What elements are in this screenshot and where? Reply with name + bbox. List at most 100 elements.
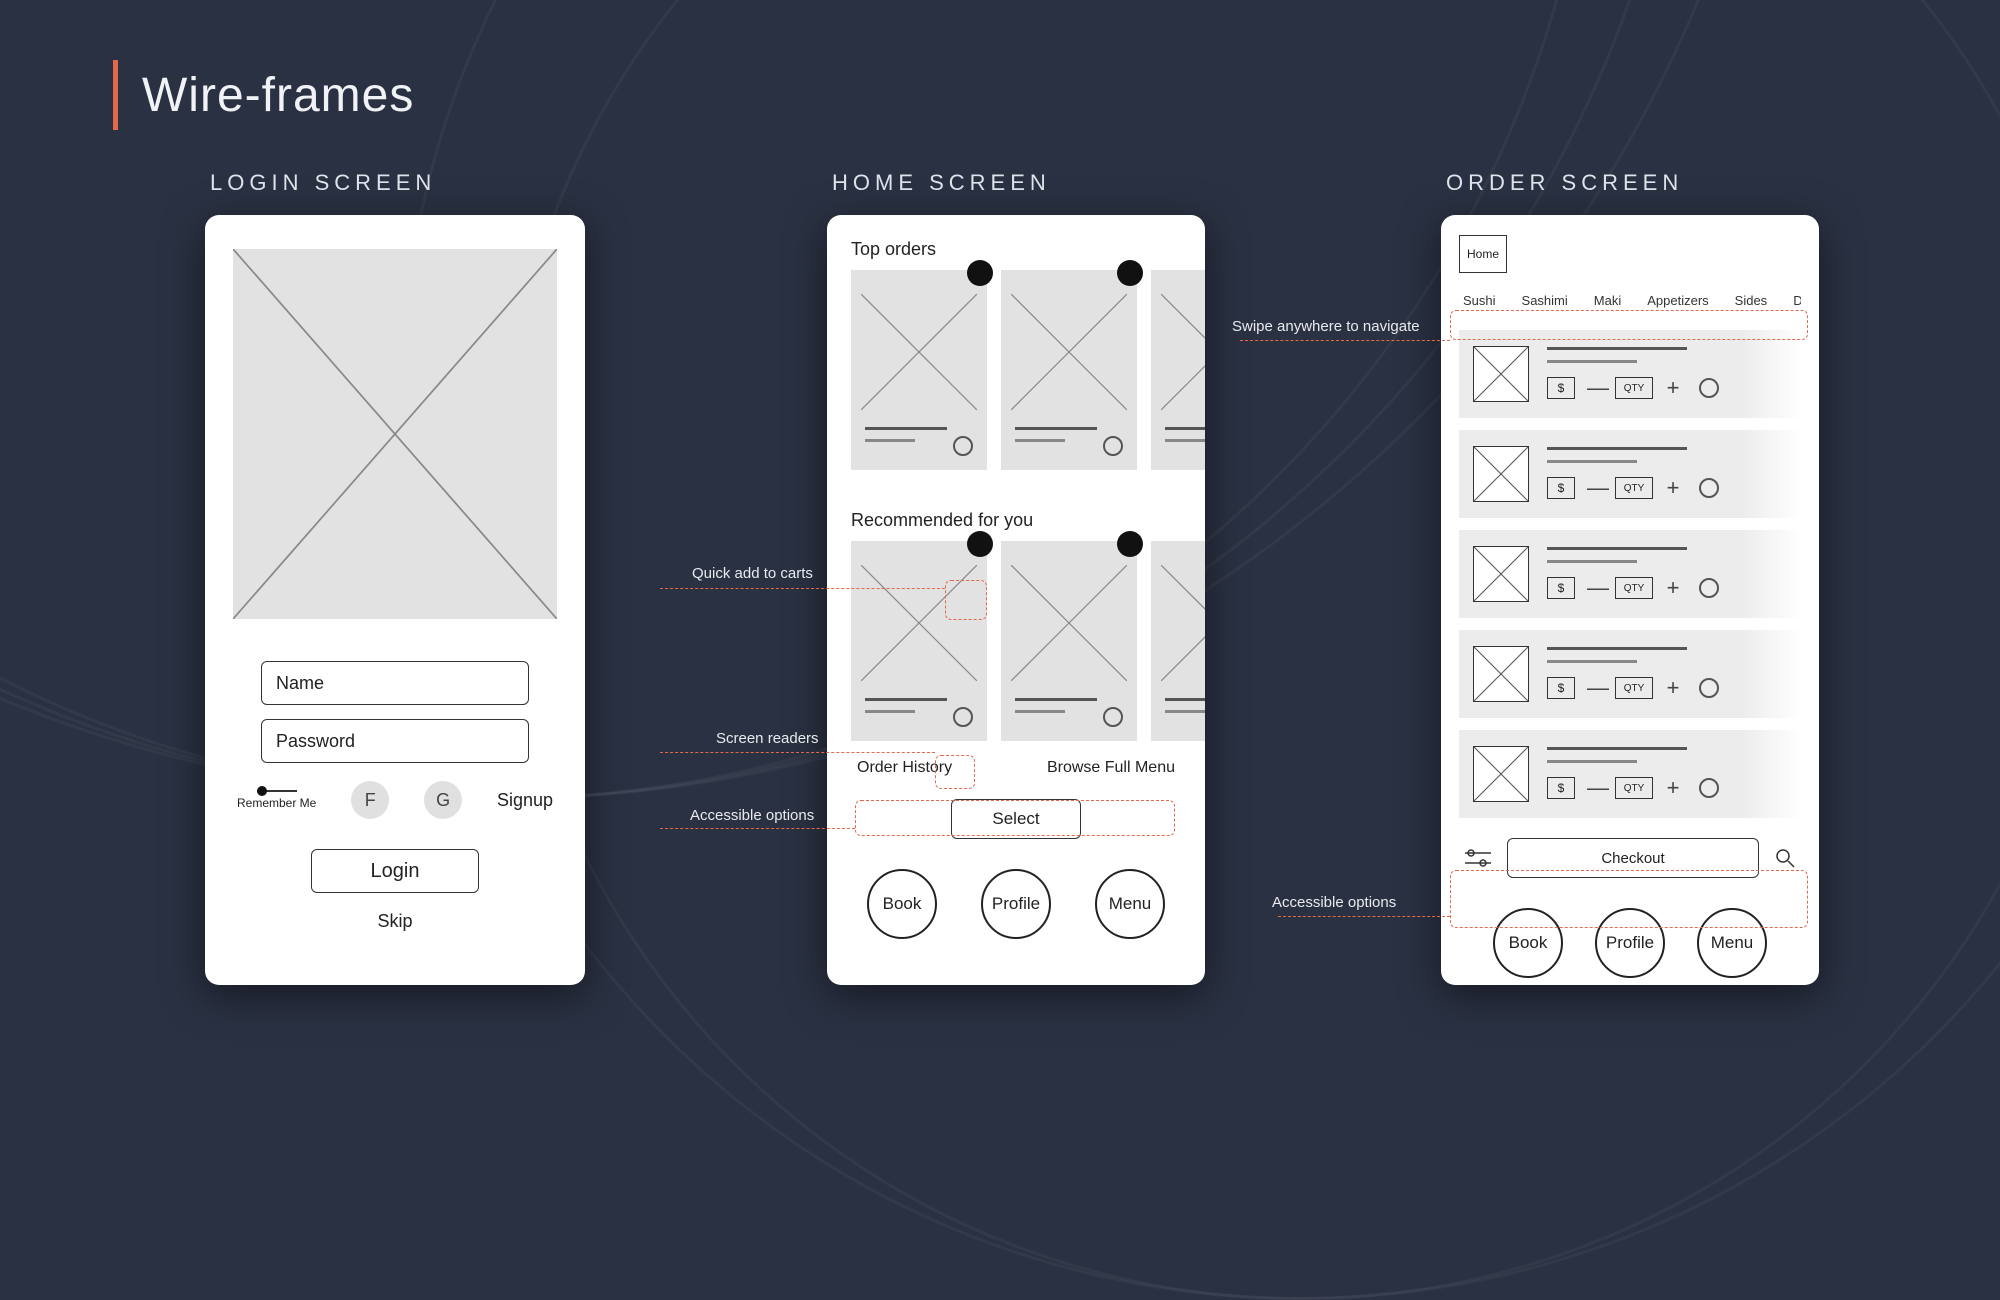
qty-chip[interactable]: QTY xyxy=(1615,477,1653,499)
home-chip-button[interactable]: Home xyxy=(1459,235,1507,273)
card-reader-indicator xyxy=(1103,707,1123,727)
order-screen-label: ORDER SCREEN xyxy=(1446,170,1683,196)
increment-button[interactable]: + xyxy=(1665,475,1681,501)
annotation-connector xyxy=(660,828,855,829)
nav-profile-button[interactable]: Profile xyxy=(981,869,1051,939)
top-orders-row[interactable] xyxy=(827,270,1205,470)
price-chip: $ xyxy=(1547,577,1575,599)
item-image-placeholder xyxy=(1473,546,1529,602)
annotation-screen-readers: Screen readers xyxy=(716,730,819,747)
row-indicator-icon xyxy=(1699,478,1719,498)
annotation-connector xyxy=(1278,916,1450,917)
filters-icon[interactable] xyxy=(1465,848,1491,868)
row-indicator-icon xyxy=(1699,378,1719,398)
annotation-marker xyxy=(855,800,1175,836)
increment-button[interactable]: + xyxy=(1665,675,1681,701)
name-placeholder: Name xyxy=(276,673,324,694)
annotation-marker xyxy=(945,580,987,620)
page-header: Wire-frames xyxy=(113,60,414,130)
accent-bar xyxy=(113,60,118,130)
annotation-marker xyxy=(1450,310,1808,340)
password-input[interactable]: Password xyxy=(261,719,529,763)
annotation-connector xyxy=(660,752,935,753)
decrement-button[interactable]: — xyxy=(1587,675,1603,701)
bottom-nav: Book Profile Menu xyxy=(827,853,1205,955)
card-reader-indicator xyxy=(953,707,973,727)
item-image-placeholder xyxy=(1473,646,1529,702)
order-card[interactable] xyxy=(1151,541,1205,741)
menu-item-row[interactable]: $ — QTY + xyxy=(1459,730,1801,818)
recommended-heading: Recommended for you xyxy=(827,510,1205,541)
page-title: Wire-frames xyxy=(142,68,414,123)
row-indicator-icon xyxy=(1699,678,1719,698)
card-reader-indicator xyxy=(1103,436,1123,456)
login-screen-label: LOGIN SCREEN xyxy=(210,170,436,196)
menu-item-row[interactable]: $ — QTY + xyxy=(1459,530,1801,618)
search-icon[interactable] xyxy=(1775,848,1795,868)
top-orders-heading: Top orders xyxy=(827,239,1205,270)
annotation-marker xyxy=(935,755,975,789)
category-tab[interactable]: Appetizers xyxy=(1647,293,1708,308)
nav-menu-button[interactable]: Menu xyxy=(1095,869,1165,939)
annotation-accessible-home: Accessible options xyxy=(690,807,814,824)
menu-item-row[interactable]: $ — QTY + xyxy=(1459,430,1801,518)
annotation-marker xyxy=(1450,870,1808,928)
price-chip: $ xyxy=(1547,477,1575,499)
signup-link[interactable]: Signup xyxy=(497,790,553,811)
category-tab[interactable]: Desse xyxy=(1793,293,1801,308)
category-tab[interactable]: Sashimi xyxy=(1522,293,1568,308)
quick-add-icon[interactable] xyxy=(1117,531,1143,557)
increment-button[interactable]: + xyxy=(1665,375,1681,401)
category-tab[interactable]: Sides xyxy=(1735,293,1768,308)
row-indicator-icon xyxy=(1699,578,1719,598)
row-indicator-icon xyxy=(1699,778,1719,798)
category-tab[interactable]: Maki xyxy=(1594,293,1621,308)
quick-add-icon[interactable] xyxy=(967,260,993,286)
price-chip: $ xyxy=(1547,777,1575,799)
remember-me-toggle[interactable]: Remember Me xyxy=(237,790,316,810)
menu-item-row[interactable]: $ — QTY + xyxy=(1459,330,1801,418)
decrement-button[interactable]: — xyxy=(1587,475,1603,501)
name-input[interactable]: Name xyxy=(261,661,529,705)
increment-button[interactable]: + xyxy=(1665,575,1681,601)
login-phone-frame: Name Password Remember Me F G Signup Log… xyxy=(205,215,585,985)
order-card[interactable] xyxy=(1001,270,1137,470)
category-tab[interactable]: Sushi xyxy=(1463,293,1496,308)
menu-item-row[interactable]: $ — QTY + xyxy=(1459,630,1801,718)
item-image-placeholder xyxy=(1473,346,1529,402)
order-card[interactable] xyxy=(851,541,987,741)
order-card[interactable] xyxy=(851,270,987,470)
facebook-login-button[interactable]: F xyxy=(351,781,389,819)
login-button[interactable]: Login xyxy=(311,849,479,893)
annotation-accessible-order: Accessible options xyxy=(1272,894,1396,911)
skip-link[interactable]: Skip xyxy=(233,911,557,932)
qty-chip[interactable]: QTY xyxy=(1615,677,1653,699)
item-image-placeholder xyxy=(1473,746,1529,802)
card-reader-indicator xyxy=(953,436,973,456)
browse-menu-link[interactable]: Browse Full Menu xyxy=(1047,759,1175,777)
item-image-placeholder xyxy=(1473,446,1529,502)
decrement-button[interactable]: — xyxy=(1587,775,1603,801)
price-chip: $ xyxy=(1547,677,1575,699)
remember-me-label: Remember Me xyxy=(237,796,316,810)
decrement-button[interactable]: — xyxy=(1587,375,1603,401)
increment-button[interactable]: + xyxy=(1665,775,1681,801)
price-chip: $ xyxy=(1547,377,1575,399)
quick-add-icon[interactable] xyxy=(967,531,993,557)
qty-chip[interactable]: QTY xyxy=(1615,577,1653,599)
google-login-button[interactable]: G xyxy=(424,781,462,819)
login-hero-placeholder xyxy=(233,249,557,619)
order-card[interactable] xyxy=(1151,270,1205,470)
annotation-connector xyxy=(660,588,945,589)
password-placeholder: Password xyxy=(276,731,355,752)
qty-chip[interactable]: QTY xyxy=(1615,377,1653,399)
recommended-row[interactable] xyxy=(827,541,1205,741)
annotation-swipe: Swipe anywhere to navigate xyxy=(1232,318,1420,335)
qty-chip[interactable]: QTY xyxy=(1615,777,1653,799)
decrement-button[interactable]: — xyxy=(1587,575,1603,601)
annotation-connector xyxy=(1240,340,1450,341)
nav-book-button[interactable]: Book xyxy=(867,869,937,939)
home-phone-frame: Top orders Recommended for you xyxy=(827,215,1205,985)
order-card[interactable] xyxy=(1001,541,1137,741)
quick-add-icon[interactable] xyxy=(1117,260,1143,286)
